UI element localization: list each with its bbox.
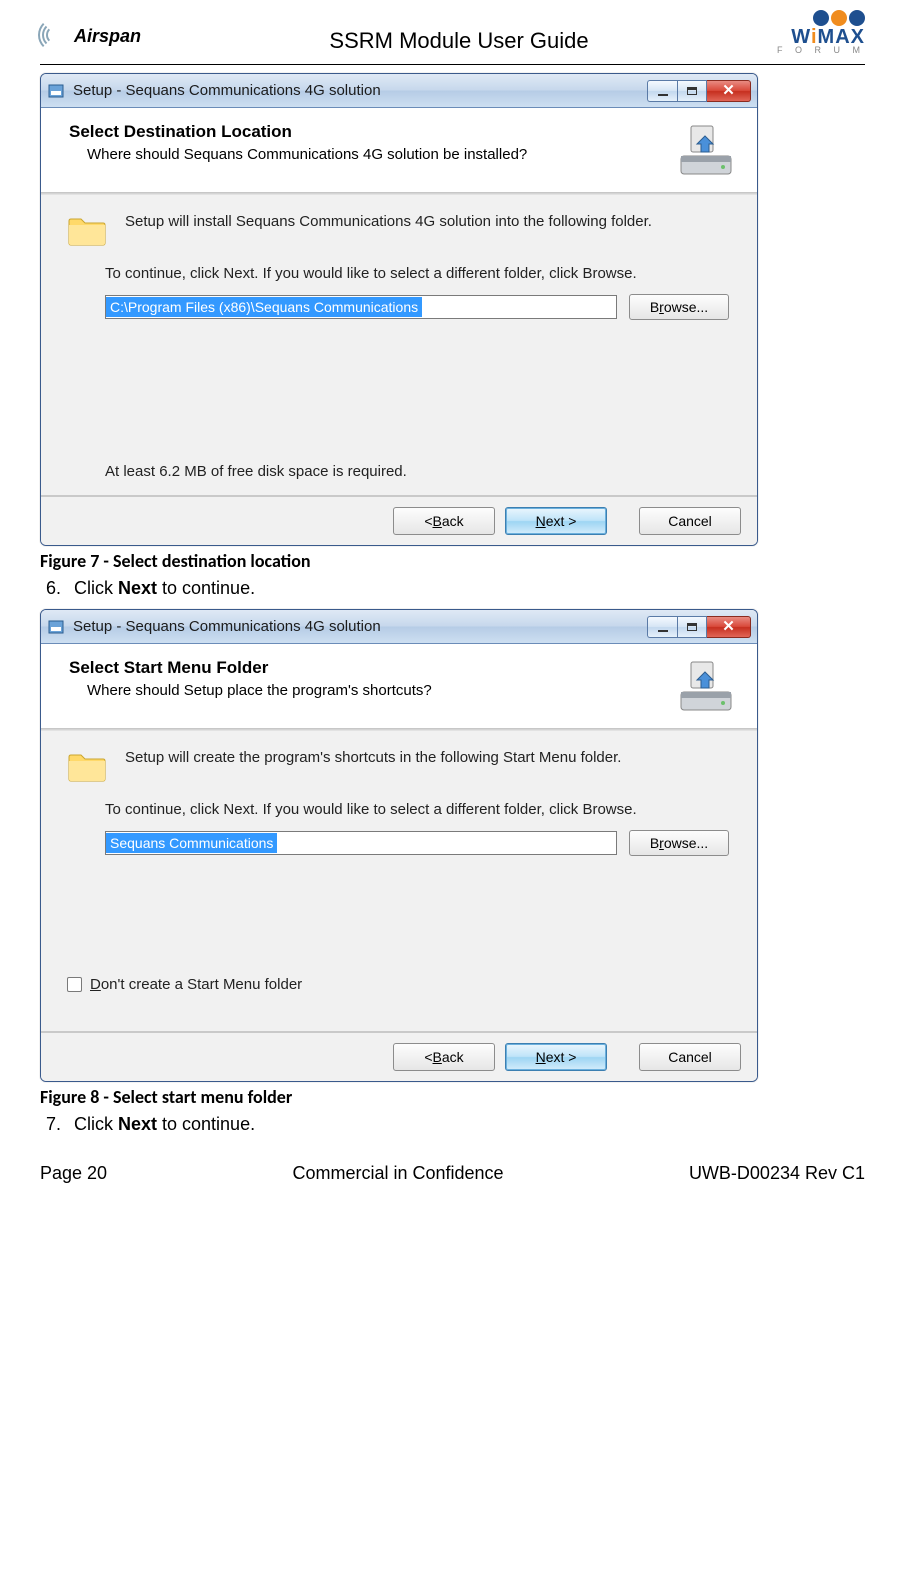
- window-titlebar[interactable]: Setup - Sequans Communications 4G soluti…: [41, 74, 757, 108]
- figure-caption: Figure 8 - Select start menu folder: [40, 1086, 865, 1108]
- browse-button[interactable]: Browse...: [629, 830, 729, 856]
- install-to-disk-icon: [675, 658, 737, 714]
- wimax-dot-icon: [813, 10, 829, 26]
- install-line: Setup will install Sequans Communication…: [125, 213, 652, 230]
- step-instruction: 7. Click Next to continue.: [46, 1114, 865, 1135]
- header-rule: [40, 64, 865, 65]
- dont-create-checkbox[interactable]: [67, 977, 82, 992]
- destination-path-value: C:\Program Files (x86)\Sequans Communica…: [106, 297, 422, 317]
- install-line: Setup will create the program's shortcut…: [125, 749, 621, 766]
- airspan-logo: Airspan: [40, 18, 141, 54]
- figure-caption: Figure 7 - Select destination location: [40, 550, 865, 572]
- back-button[interactable]: < Back: [393, 1043, 495, 1071]
- maximize-icon: [687, 87, 697, 95]
- maximize-button[interactable]: [677, 80, 707, 102]
- wimax-logo: WiMAX F O R U M: [777, 10, 865, 54]
- close-icon: ✕: [722, 619, 735, 634]
- wizard-footer: < Back Next > Cancel: [41, 1031, 757, 1081]
- doc-revision: UWB-D00234 Rev C1: [689, 1163, 865, 1184]
- minimize-button[interactable]: [647, 80, 677, 102]
- start-menu-folder-input[interactable]: Sequans Communications: [105, 831, 617, 855]
- destination-path-input[interactable]: C:\Program Files (x86)\Sequans Communica…: [105, 295, 617, 319]
- window-title: Setup - Sequans Communications 4G soluti…: [73, 618, 647, 635]
- folder-icon: [67, 213, 107, 247]
- wimax-dot-icon: [831, 10, 847, 26]
- airspan-arcs-icon: [40, 18, 70, 54]
- install-to-disk-icon: [675, 122, 737, 178]
- wizard-footer: < Back Next > Cancel: [41, 495, 757, 545]
- wizard-body: Setup will install Sequans Communication…: [41, 195, 757, 495]
- continue-line: To continue, click Next. If you would li…: [105, 801, 729, 818]
- window-controls: ✕: [647, 80, 751, 102]
- maximize-icon: [687, 623, 697, 631]
- window-titlebar[interactable]: Setup - Sequans Communications 4G soluti…: [41, 610, 757, 644]
- installer-window-destination: Setup - Sequans Communications 4G soluti…: [40, 73, 758, 546]
- step-number: 7.: [46, 1114, 74, 1135]
- doc-title: SSRM Module User Guide: [141, 28, 777, 54]
- airspan-label: Airspan: [74, 26, 141, 47]
- back-button[interactable]: < Back: [393, 507, 495, 535]
- confidentiality-label: Commercial in Confidence: [292, 1163, 503, 1184]
- continue-line: To continue, click Next. If you would li…: [105, 265, 729, 282]
- page-number: Page 20: [40, 1163, 107, 1184]
- close-icon: ✕: [722, 83, 735, 98]
- next-button[interactable]: Next >: [505, 1043, 607, 1071]
- installer-window-start-menu: Setup - Sequans Communications 4G soluti…: [40, 609, 758, 1082]
- browse-button[interactable]: Browse...: [629, 294, 729, 320]
- installer-icon: [47, 618, 65, 636]
- dont-create-label: Don't create a Start Menu folder: [90, 976, 302, 993]
- minimize-icon: [658, 630, 668, 632]
- wimax-wordmark: WiMAX: [777, 28, 865, 46]
- cancel-button[interactable]: Cancel: [639, 1043, 741, 1071]
- wizard-heading: Select Destination Location: [69, 122, 527, 142]
- wizard-heading: Select Start Menu Folder: [69, 658, 432, 678]
- wizard-body: Setup will create the program's shortcut…: [41, 731, 757, 1031]
- document-header: Airspan SSRM Module User Guide WiMAX F O…: [40, 10, 865, 60]
- wimax-dot-icon: [849, 10, 865, 26]
- close-button[interactable]: ✕: [707, 616, 751, 638]
- wimax-forum-label: F O R U M: [777, 46, 865, 54]
- minimize-button[interactable]: [647, 616, 677, 638]
- window-title: Setup - Sequans Communications 4G soluti…: [73, 82, 647, 99]
- document-footer: Page 20 Commercial in Confidence UWB-D00…: [40, 1163, 865, 1184]
- installer-icon: [47, 82, 65, 100]
- minimize-icon: [658, 94, 668, 96]
- window-controls: ✕: [647, 616, 751, 638]
- wizard-header: Select Destination Location Where should…: [41, 108, 757, 192]
- wizard-subheading: Where should Setup place the program's s…: [69, 682, 432, 699]
- wizard-subheading: Where should Sequans Communications 4G s…: [69, 146, 527, 163]
- start-menu-folder-value: Sequans Communications: [106, 833, 277, 853]
- step-number: 6.: [46, 578, 74, 599]
- close-button[interactable]: ✕: [707, 80, 751, 102]
- step-instruction: 6. Click Next to continue.: [46, 578, 865, 599]
- disk-space-label: At least 6.2 MB of free disk space is re…: [105, 463, 729, 480]
- wizard-header: Select Start Menu Folder Where should Se…: [41, 644, 757, 728]
- cancel-button[interactable]: Cancel: [639, 507, 741, 535]
- maximize-button[interactable]: [677, 616, 707, 638]
- next-button[interactable]: Next >: [505, 507, 607, 535]
- folder-icon: [67, 749, 107, 783]
